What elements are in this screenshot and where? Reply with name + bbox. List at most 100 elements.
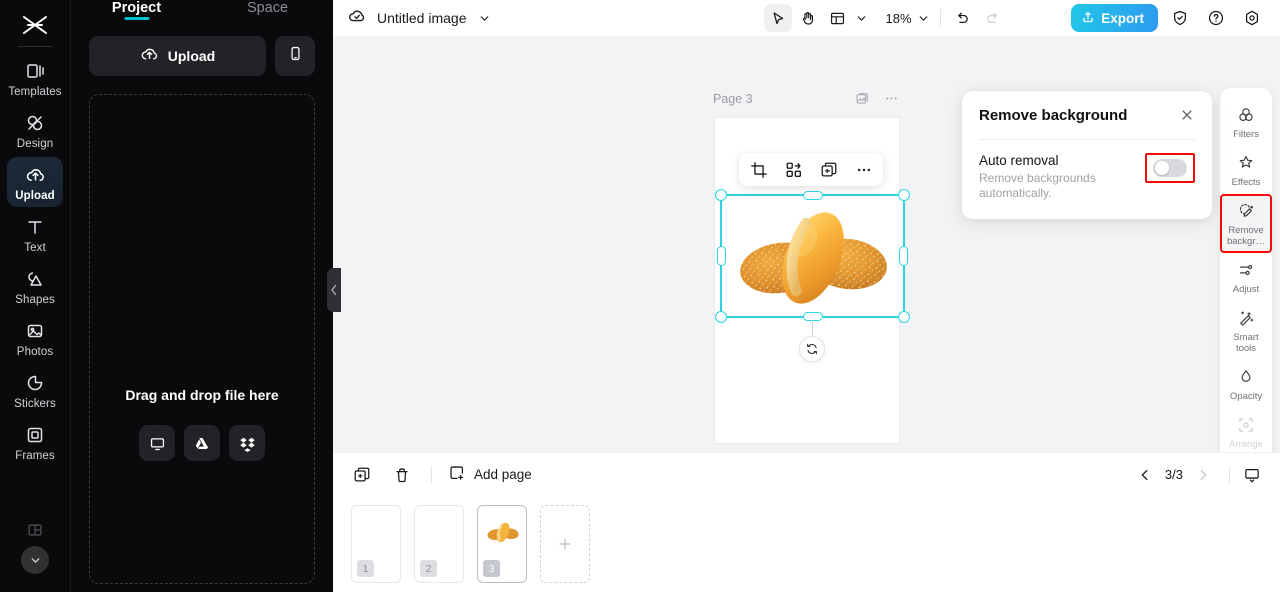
resize-handle-left[interactable] bbox=[717, 246, 726, 266]
more-options-icon[interactable] bbox=[854, 160, 873, 179]
settings-gear-icon[interactable] bbox=[1238, 4, 1266, 32]
export-upload-icon bbox=[1081, 10, 1095, 27]
dock-label: Smart tools bbox=[1233, 332, 1259, 354]
export-button[interactable]: Export bbox=[1071, 4, 1158, 32]
sidebar-item-upload[interactable]: Upload bbox=[7, 157, 63, 207]
present-icon[interactable] bbox=[1242, 465, 1262, 485]
capcut-logo-icon[interactable] bbox=[15, 8, 55, 42]
dropzone[interactable]: Drag and drop file here bbox=[89, 94, 315, 584]
right-tool-dock: Filters Effects Remove backgr… Adjust Sm… bbox=[1220, 88, 1272, 452]
dock-label: Remove backgr… bbox=[1226, 225, 1265, 247]
resize-handle-top-left[interactable] bbox=[715, 189, 727, 201]
filters-icon bbox=[1236, 105, 1256, 125]
dock-item-adjust[interactable]: Adjust bbox=[1220, 253, 1272, 301]
upload-button[interactable]: Upload bbox=[89, 36, 266, 76]
google-drive-icon[interactable] bbox=[184, 425, 220, 461]
select-tool-button[interactable] bbox=[763, 4, 792, 32]
page-thumbnail-3[interactable]: 3 bbox=[477, 505, 527, 583]
shapes-icon bbox=[24, 268, 46, 290]
photos-icon bbox=[24, 320, 46, 342]
toolbar-divider bbox=[939, 9, 941, 27]
add-page-icon bbox=[448, 464, 466, 485]
sidebar-item-frames[interactable]: Frames bbox=[7, 417, 63, 467]
undo-button[interactable] bbox=[949, 4, 977, 32]
selected-object[interactable] bbox=[715, 189, 910, 323]
next-page-button[interactable] bbox=[1193, 465, 1213, 485]
help-circle-icon[interactable] bbox=[1202, 4, 1230, 32]
upload-from-phone-button[interactable] bbox=[275, 36, 315, 76]
prev-page-button[interactable] bbox=[1135, 465, 1155, 485]
bottom-toolbar: Add page 3/3 bbox=[333, 452, 1280, 496]
sidebar-label: Shapes bbox=[15, 294, 55, 306]
zoom-chevron-down-icon[interactable] bbox=[916, 10, 932, 26]
panel-body: Upload Drag and drop file here bbox=[71, 20, 333, 592]
layout-chevron-down-icon[interactable] bbox=[854, 10, 870, 26]
sidebar-label: Text bbox=[24, 242, 46, 254]
duplicate-page-icon[interactable] bbox=[351, 464, 373, 486]
dropbox-icon[interactable] bbox=[229, 425, 265, 461]
resize-handle-right[interactable] bbox=[899, 246, 908, 266]
sidebar-item-text[interactable]: Text bbox=[7, 209, 63, 259]
dock-item-opacity[interactable]: Opacity bbox=[1220, 360, 1272, 408]
duplicate-icon[interactable] bbox=[819, 160, 838, 179]
dock-item-smart-tools[interactable]: Smart tools bbox=[1220, 301, 1272, 360]
page-more-icon[interactable] bbox=[884, 91, 899, 111]
chevron-down-icon[interactable] bbox=[477, 10, 493, 26]
dock-item-remove-background[interactable]: Remove backgr… bbox=[1220, 194, 1272, 253]
panel-collapse-handle[interactable] bbox=[327, 268, 341, 312]
resize-handle-bottom-right[interactable] bbox=[898, 311, 910, 323]
dock-label: Arrange bbox=[1229, 439, 1263, 450]
upload-cloud-icon bbox=[24, 164, 46, 186]
thumbnail-image bbox=[485, 519, 521, 550]
resize-handle-bottom-left[interactable] bbox=[715, 311, 727, 323]
dock-item-filters[interactable]: Filters bbox=[1220, 98, 1272, 146]
sidebar-label: Stickers bbox=[14, 398, 56, 410]
frames-icon bbox=[24, 424, 46, 446]
replace-icon[interactable] bbox=[784, 160, 803, 179]
dock-item-effects[interactable]: Effects bbox=[1220, 146, 1272, 194]
sidebar-item-layouts[interactable] bbox=[26, 521, 44, 544]
sidebar-label: Photos bbox=[16, 346, 54, 358]
panel-header: Remove background bbox=[979, 107, 1195, 124]
rail-divider bbox=[18, 46, 52, 47]
zoom-level[interactable]: 18% bbox=[884, 11, 914, 26]
canvas-area[interactable]: Page 3 Remove background Auto removal Re… bbox=[333, 36, 1280, 452]
crop-icon[interactable] bbox=[749, 160, 768, 179]
delete-page-icon[interactable] bbox=[391, 464, 413, 486]
sidebar-item-templates[interactable]: Templates bbox=[7, 53, 63, 103]
dock-label: Filters bbox=[1233, 129, 1259, 140]
sidebar-item-stickers[interactable]: Stickers bbox=[7, 365, 63, 415]
thumbnail-number: 1 bbox=[357, 560, 374, 577]
resize-handle-top-right[interactable] bbox=[898, 189, 910, 201]
rail-expand-button[interactable] bbox=[21, 546, 49, 574]
auto-removal-text: Auto removal Remove backgrounds automati… bbox=[979, 153, 1119, 201]
page-label: Page 3 bbox=[713, 92, 753, 106]
add-page-label: Add page bbox=[474, 467, 532, 482]
tab-project[interactable]: Project bbox=[71, 0, 202, 16]
close-icon[interactable] bbox=[1179, 107, 1195, 123]
add-page-button[interactable]: Add page bbox=[448, 464, 532, 485]
redo-button[interactable] bbox=[979, 4, 1007, 32]
resize-handle-top[interactable] bbox=[802, 191, 823, 200]
computer-icon[interactable] bbox=[139, 425, 175, 461]
hand-tool-button[interactable] bbox=[794, 4, 822, 32]
sidebar-item-photos[interactable]: Photos bbox=[7, 313, 63, 363]
page-counter: 3/3 bbox=[1164, 467, 1183, 482]
page-background-icon[interactable] bbox=[855, 91, 870, 111]
tab-space[interactable]: Space bbox=[202, 0, 333, 16]
layout-tool-button[interactable] bbox=[824, 4, 852, 32]
tab-label: Project bbox=[111, 0, 162, 16]
auto-removal-toggle[interactable] bbox=[1153, 159, 1187, 177]
page-thumbnail-1[interactable]: 1 bbox=[351, 505, 401, 583]
text-icon bbox=[24, 216, 46, 238]
phone-icon bbox=[287, 45, 304, 67]
stickers-icon bbox=[24, 372, 46, 394]
rotate-icon[interactable] bbox=[799, 336, 825, 362]
shield-check-icon[interactable] bbox=[1166, 4, 1194, 32]
add-thumbnail-button[interactable] bbox=[540, 505, 590, 583]
panel-divider bbox=[979, 139, 1195, 140]
document-title[interactable]: Untitled image bbox=[377, 10, 467, 26]
sidebar-item-design[interactable]: Design bbox=[7, 105, 63, 155]
sidebar-item-shapes[interactable]: Shapes bbox=[7, 261, 63, 311]
page-thumbnail-2[interactable]: 2 bbox=[414, 505, 464, 583]
